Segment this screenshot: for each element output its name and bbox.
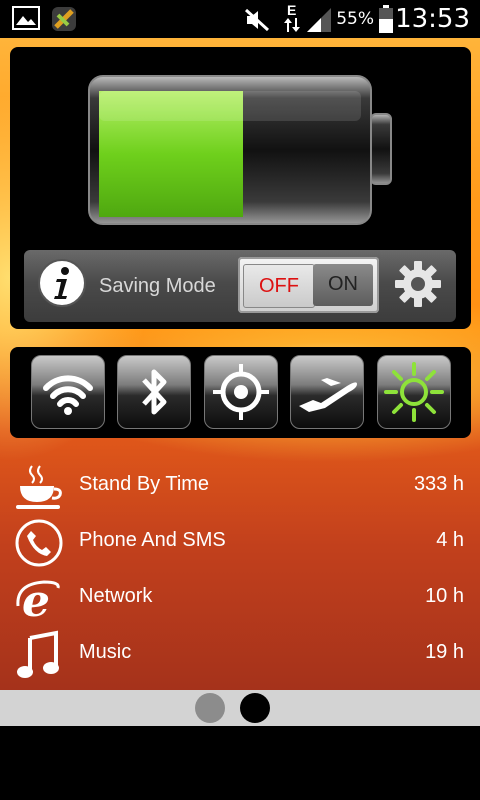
gallery-icon [12,6,40,30]
page-dot-2-active[interactable] [240,693,270,723]
brightness-toggle-button[interactable] [377,355,451,429]
bottom-black-area [0,726,480,800]
wifi-toggle-button[interactable] [31,355,105,429]
list-item-network[interactable]: e Network 10 h [0,572,480,628]
mute-icon [244,8,270,32]
list-item-label: Network [79,585,153,607]
list-item-value: 19 h [425,641,464,663]
toggle-off-label: OFF [243,264,315,308]
data-arrows-icon [284,18,300,32]
list-item-label: Music [79,641,132,663]
battery-percent: 55% [336,9,374,29]
signal-icon [307,8,331,32]
app-icon [52,7,76,31]
airplane-icon [299,378,357,412]
airplane-mode-toggle-button[interactable] [290,355,364,429]
info-icon[interactable] [37,258,87,308]
list-item-label: Stand By Time [79,473,210,495]
toggle-on-label: ON [313,264,373,306]
settings-gear-icon[interactable] [393,259,443,309]
gps-toggle-button[interactable] [204,355,278,429]
list-item-value: 10 h [425,585,464,607]
brightness-sun-icon [384,362,444,422]
gps-crosshair-icon [213,364,269,420]
music-note-icon [17,630,59,678]
phone-icon [15,519,63,567]
wifi-icon [43,375,93,415]
status-bar: E 55% 13:53 [0,0,480,38]
battery-icon [379,5,393,33]
coffee-cup-icon [16,465,62,509]
saving-mode-label: Saving Mode [99,275,216,297]
list-item-phone-and-sms[interactable]: Phone And SMS 4 h [0,516,480,572]
list-item-value: 333 h [413,473,464,495]
page-dot-1[interactable] [195,693,225,723]
list-item-value: 4 h [436,529,464,551]
list-item-music[interactable]: Music 19 h [0,628,480,684]
clock: 13:53 [395,4,470,34]
bluetooth-icon [142,369,167,415]
internet-explorer-icon: e [16,576,60,624]
battery-graphic[interactable] [85,70,395,230]
list-item-label: Phone And SMS [79,529,226,551]
list-item-stand-by-time[interactable]: Stand By Time 333 h [0,460,480,516]
network-type: E [287,2,297,18]
saving-mode-toggle[interactable]: OFF ON [238,257,379,313]
bluetooth-toggle-button[interactable] [117,355,191,429]
